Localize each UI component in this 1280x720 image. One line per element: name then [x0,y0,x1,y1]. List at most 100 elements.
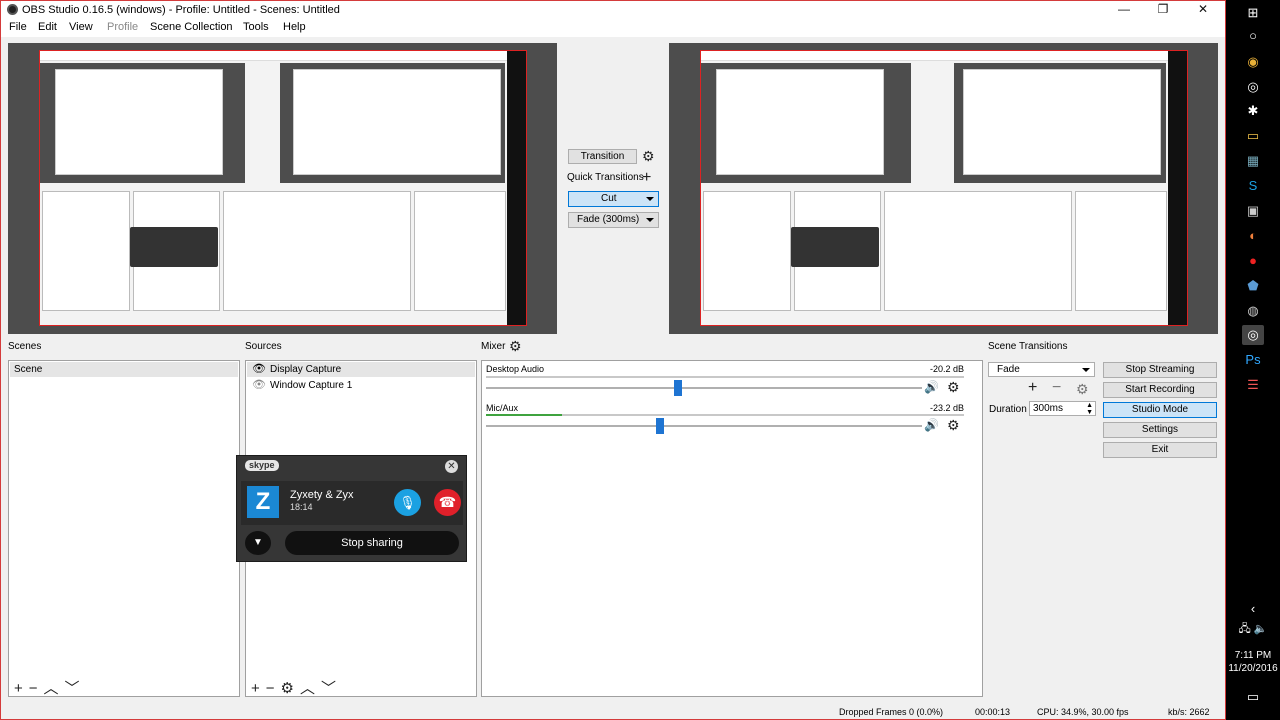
program-panel[interactable] [669,43,1218,334]
skype-close-icon[interactable]: ✕ [445,460,458,473]
desktop-audio-gear-icon[interactable]: ⚙ [947,380,960,394]
remove-scene-icon[interactable]: − [29,680,38,697]
spin-arrows-icon[interactable]: ▲ ▼ [1086,402,1093,416]
mic-aux-gear-icon[interactable]: ⚙ [947,418,960,432]
move-scene-down-icon[interactable]: ﹀ [65,677,80,698]
studio-mode-button[interactable]: Studio Mode [1103,402,1217,418]
add-quick-transition-icon[interactable]: + [642,170,651,186]
source-label: Display Capture [270,364,342,375]
cut-dropdown[interactable]: Cut [568,191,659,207]
scenes-list[interactable]: Scene + − ︿ ﹀ [8,360,240,697]
file-explorer-icon[interactable]: ▭ [1243,126,1263,146]
record-app-icon[interactable]: ● [1243,251,1263,271]
desktop-audio-slider-handle[interactable] [674,380,682,396]
mic-aux-slider-handle[interactable] [656,418,664,434]
scene-transitions-title: Scene Transitions [988,341,1068,352]
skype-call-popup: skype ✕ Z Zyxety & Zyx 18:14 🎙 ☎ ▼ Stop … [236,455,467,562]
settings-button[interactable]: Settings [1103,422,1217,438]
mixer-gear-icon[interactable]: ⚙ [509,339,522,353]
photoshop-icon[interactable]: Ps [1243,350,1263,370]
scenes-title: Scenes [8,341,42,352]
minimize-button[interactable]: — [1104,1,1144,19]
close-button[interactable]: ✕ [1183,1,1223,19]
obs-window: OBS Studio 0.16.5 (windows) - Profile: U… [0,0,1226,720]
move-scene-up-icon[interactable]: ︿ [44,677,59,698]
transition-gear-icon[interactable]: ⚙ [642,149,655,163]
obs-taskbar-icon[interactable]: ◎ [1243,77,1263,97]
preview-display-capture [39,50,527,326]
steam-icon[interactable]: ◍ [1243,301,1263,321]
menu-profile[interactable]: Profile [107,21,138,33]
mixer-title: Mixer [481,341,506,352]
obs-active-icon[interactable]: ◎ [1242,325,1264,345]
remove-source-icon[interactable]: − [266,680,275,697]
network-volume-icon[interactable]: 🖧 🔈 [1232,619,1274,639]
chevron-left-icon[interactable]: ‹ [1243,599,1263,619]
mic-aux-label: Mic/Aux [486,403,519,413]
duration-label: Duration [989,404,1027,415]
hang-up-icon[interactable]: ☎ [434,489,461,516]
move-source-up-icon[interactable]: ︿ [300,677,315,698]
menu-bar: File Edit View Profile Scene Collection … [1,19,1225,37]
desktop-audio-speaker-icon[interactable]: 🔊 [924,380,939,394]
transition-button[interactable]: Transition [568,149,637,164]
stop-sharing-button[interactable]: Stop sharing [285,531,459,555]
mixer-panel: Desktop Audio -20.2 dB 🔊 ⚙ Mic/Aux -23.2… [481,360,983,697]
sources-toolbar: + − ⚙ ︿ ﹀ [251,677,342,698]
elapsed-time-status: 00:00:13 [975,707,1011,717]
mic-aux-db: -23.2 dB [929,403,964,413]
remove-transition-icon[interactable]: − [1052,380,1061,396]
chrome-icon[interactable]: ◉ [1243,52,1263,72]
media-app-icon[interactable]: ▣ [1243,201,1263,221]
menu-edit[interactable]: Edit [38,21,57,33]
skype-taskbar-icon[interactable]: S [1243,176,1263,196]
scene-transition-select[interactable]: Fade [988,362,1095,377]
shield-icon[interactable]: ⬟ [1243,276,1263,296]
transition-properties-gear-icon[interactable]: ⚙ [1076,382,1089,396]
source-item-window-capture[interactable]: 👁 Window Capture 1 [247,378,475,393]
duration-spinbox[interactable]: 300ms ▲ ▼ [1029,401,1096,416]
desktop-audio-meter [486,376,964,378]
source-item-display-capture[interactable]: 👁 Display Capture [247,362,475,377]
mic-aux-slider[interactable] [486,418,922,434]
obs-logo-icon [7,4,18,15]
menu-tools[interactable]: Tools [243,21,269,33]
menu-scene-collection[interactable]: Scene Collection [150,21,233,33]
settings-taskbar-icon[interactable]: ✱ [1243,101,1263,121]
windows-start-icon[interactable]: ⊞ [1243,3,1263,23]
blender-icon[interactable]: ◐ [1243,226,1263,246]
source-label: Window Capture 1 [270,380,353,391]
source-properties-gear-icon[interactable]: ⚙ [281,679,294,697]
cortana-icon[interactable]: ○ [1243,26,1263,46]
clock-date[interactable]: 11/20/2016 [1226,663,1280,674]
scene-item[interactable]: Scene [10,362,238,377]
visibility-eye-icon[interactable]: 👁 [252,362,266,377]
preview-panel[interactable] [8,43,557,334]
app-list-icon[interactable]: ☰ [1243,375,1263,395]
mic-aux-meter [486,414,964,416]
hidden-eye-icon[interactable]: 👁 [252,378,266,393]
add-source-icon[interactable]: + [251,680,260,697]
fade-dropdown[interactable]: Fade (300ms) [568,212,659,228]
add-transition-icon[interactable]: + [1028,380,1037,396]
notifications-icon[interactable]: ▭ [1243,687,1263,707]
scenes-toolbar: + − ︿ ﹀ [14,677,86,698]
menu-view[interactable]: View [69,21,93,33]
start-recording-button[interactable]: Start Recording [1103,382,1217,398]
maximize-button[interactable]: ❐ [1143,1,1183,19]
clock-time[interactable]: 7:11 PM [1226,650,1280,661]
title-bar: OBS Studio 0.16.5 (windows) - Profile: U… [1,1,1225,19]
exit-button[interactable]: Exit [1103,442,1217,458]
chevron-down-icon[interactable]: ▼ [245,531,271,555]
microphone-icon[interactable]: 🎙 [394,489,421,516]
network-app-icon[interactable]: ▦ [1243,151,1263,171]
move-source-down-icon[interactable]: ﹀ [321,677,336,698]
cpu-status: CPU: 34.9%, 30.00 fps [1037,707,1129,717]
menu-help[interactable]: Help [283,21,306,33]
menu-file[interactable]: File [9,21,27,33]
stop-streaming-button[interactable]: Stop Streaming [1103,362,1217,378]
mic-aux-speaker-icon[interactable]: 🔊 [924,418,939,432]
add-scene-icon[interactable]: + [14,680,23,697]
skype-logo: skype [245,460,279,471]
desktop-audio-slider[interactable] [486,380,922,396]
